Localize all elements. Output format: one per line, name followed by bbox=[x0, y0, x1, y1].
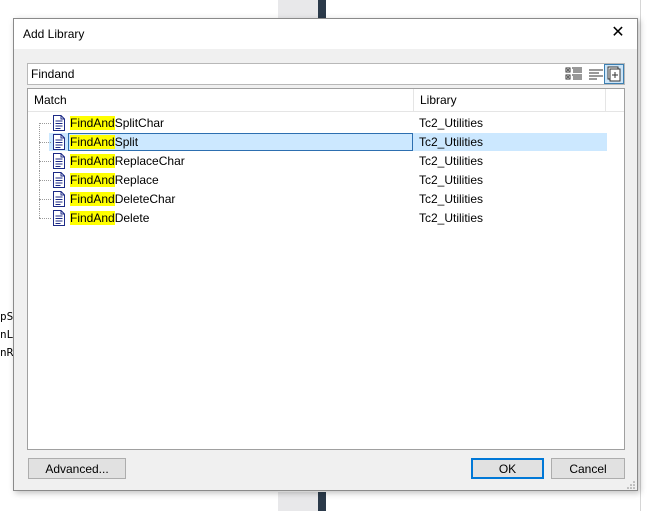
function-name: FindAndReplace bbox=[70, 173, 159, 187]
search-match-highlight: FindAnd bbox=[70, 211, 115, 225]
tree-connector bbox=[39, 123, 51, 124]
close-icon[interactable]: ✕ bbox=[607, 22, 629, 44]
search-match-highlight: FindAnd bbox=[70, 173, 115, 187]
library-name: Tc2_Utilities bbox=[419, 211, 484, 225]
function-document-icon bbox=[52, 153, 66, 172]
library-name: Tc2_Utilities bbox=[419, 135, 484, 149]
list-item[interactable]: FindAndReplace Tc2_Utilities bbox=[28, 171, 608, 190]
library-name: Tc2_Utilities bbox=[419, 116, 484, 130]
tree-connector bbox=[39, 218, 51, 219]
list-item[interactable]: FindAndDeleteChar Tc2_Utilities bbox=[28, 190, 608, 209]
ok-button[interactable]: OK bbox=[471, 458, 544, 479]
background-code-fragment: pS bbox=[0, 310, 14, 323]
column-header-match[interactable]: Match bbox=[34, 93, 67, 107]
function-name: FindAndReplaceChar bbox=[70, 154, 185, 168]
dialog-titlebar[interactable]: Add Library ✕ bbox=[14, 19, 637, 49]
background-scrollbar-track-bottom bbox=[278, 492, 318, 511]
function-name: FindAndDeleteChar bbox=[70, 192, 175, 206]
list-item[interactable]: FindAndSplitChar Tc2_Utilities bbox=[28, 114, 608, 142]
add-library-dialog: Add Library ✕ Findand Match Library Find… bbox=[13, 18, 638, 491]
function-name-rest: ReplaceChar bbox=[114, 154, 185, 168]
background-panel-edge bbox=[640, 0, 652, 511]
detail-view-icon[interactable] bbox=[604, 64, 624, 84]
function-document-icon bbox=[52, 191, 66, 210]
dialog-title: Add Library bbox=[23, 27, 85, 41]
tree-connector bbox=[39, 142, 51, 143]
category-view-icon[interactable] bbox=[565, 66, 585, 82]
search-match-highlight: FindAnd bbox=[70, 154, 115, 168]
background-scrollbar-track bbox=[278, 0, 318, 18]
tree-connector bbox=[39, 199, 51, 200]
cancel-button[interactable]: Cancel bbox=[551, 458, 625, 479]
column-divider[interactable] bbox=[605, 89, 606, 111]
background-scrollbar-edge-bottom bbox=[318, 492, 326, 511]
library-name: Tc2_Utilities bbox=[419, 192, 484, 206]
function-document-icon bbox=[52, 134, 66, 153]
function-document-icon bbox=[52, 210, 66, 229]
library-name: Tc2_Utilities bbox=[419, 173, 484, 187]
list-item[interactable]: FindAndDelete Tc2_Utilities bbox=[28, 209, 608, 228]
search-match-highlight: FindAnd bbox=[70, 116, 115, 130]
column-divider[interactable] bbox=[413, 89, 414, 111]
background-code-fragment: nR bbox=[0, 346, 14, 359]
tree-connector bbox=[39, 161, 51, 162]
function-name-rest: SplitChar bbox=[114, 116, 165, 130]
list-header: Match Library bbox=[28, 89, 624, 112]
search-match-highlight: FindAnd bbox=[70, 192, 115, 206]
library-name: Tc2_Utilities bbox=[419, 154, 484, 168]
background-code-fragment: nL bbox=[0, 328, 14, 341]
function-name-rest: Replace bbox=[114, 173, 159, 187]
search-match-highlight: FindAnd bbox=[70, 135, 115, 149]
function-name-rest: Split bbox=[114, 135, 139, 149]
tree-connector bbox=[39, 209, 40, 218]
function-name-rest: DeleteChar bbox=[114, 192, 176, 206]
function-name: FindAndSplitChar bbox=[70, 116, 164, 130]
function-name: FindAndSplit bbox=[70, 135, 138, 149]
advanced-button[interactable]: Advanced... bbox=[28, 458, 126, 479]
resize-grip-icon[interactable] bbox=[626, 479, 636, 489]
background-scrollbar-edge bbox=[318, 0, 326, 18]
search-bar bbox=[27, 63, 625, 85]
function-name-rest: Delete bbox=[114, 211, 150, 225]
library-results-list: Match Library FindAndSplitChar Tc2_Utilit… bbox=[27, 88, 625, 450]
tree-connector bbox=[39, 180, 51, 181]
search-input[interactable] bbox=[31, 66, 541, 82]
column-header-library[interactable]: Library bbox=[420, 93, 457, 107]
list-item[interactable]: FindAndReplaceChar Tc2_Utilities bbox=[28, 152, 608, 171]
list-item[interactable]: FindAndSplit Tc2_Utilities bbox=[28, 133, 608, 152]
function-document-icon bbox=[52, 172, 66, 191]
function-name: FindAndDelete bbox=[70, 211, 149, 225]
function-document-icon bbox=[52, 115, 66, 134]
